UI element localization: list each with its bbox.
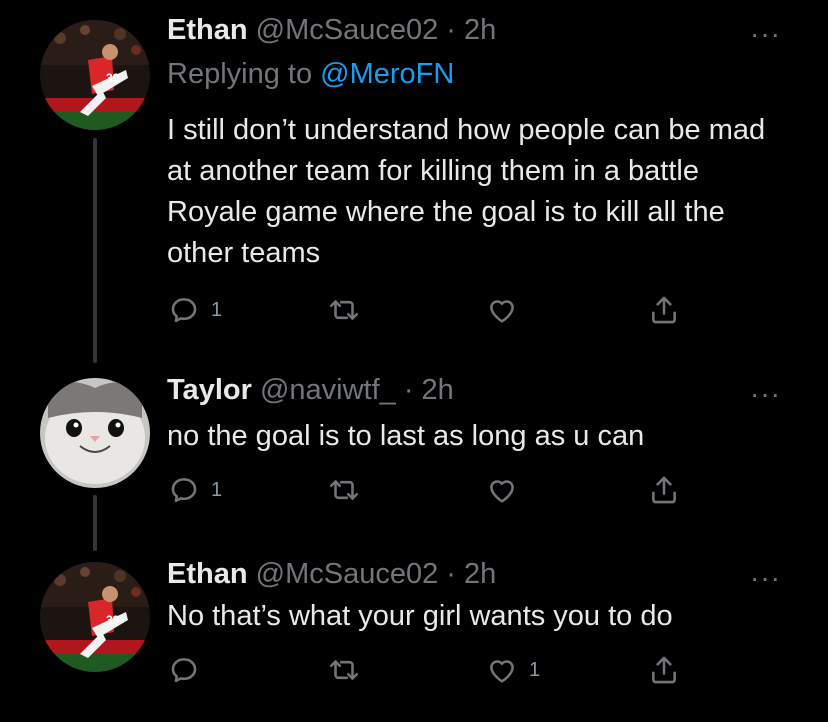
like-count: 1 [529,658,541,681]
retweet-button[interactable] [327,650,371,690]
reply-button[interactable] [167,650,211,690]
username[interactable]: @naviwtf_ [260,374,396,406]
like-icon [485,293,519,327]
username[interactable]: @McSauce02 [256,558,439,590]
retweet-icon [327,653,361,687]
retweet-button[interactable] [327,470,371,510]
tweet-text: I still don’t understand how people can … [167,114,766,269]
thread-line [93,138,97,363]
more-icon[interactable]: ··· [750,378,781,410]
share-button[interactable] [647,470,681,510]
more-icon[interactable]: ··· [750,562,781,594]
reply-button[interactable]: 1 [167,470,222,510]
like-icon [485,653,519,687]
share-icon [647,293,681,327]
tweet-3[interactable]: Ethan @McSauce02 · 2h ··· No that’s what… [0,550,828,722]
avatar[interactable] [40,562,150,672]
like-button[interactable] [485,470,529,510]
replying-to-label: Replying to [167,58,313,90]
tweet-header: Ethan @McSauce02 · 2h [167,558,496,591]
tweet-actions: 1 [167,290,687,330]
like-button[interactable]: 1 [485,650,540,690]
tweet-actions: 1 [167,650,687,690]
retweet-button[interactable] [327,290,371,330]
tweet-text: no the goal is to last as long as u can [167,420,645,452]
tweet-actions: 1 [167,470,687,510]
thread-line [93,495,97,551]
reply-icon [167,473,201,507]
tweet-1[interactable]: Ethan @McSauce02 · 2h ··· Replying to @M… [0,0,828,363]
tweet-header: Ethan @McSauce02 · 2h [167,14,496,47]
more-icon[interactable]: ··· [750,18,781,50]
timestamp[interactable]: · 2h [404,374,454,406]
like-icon [485,473,519,507]
avatar[interactable] [40,378,150,488]
replying-to: Replying to @MeroFN [167,58,454,91]
timestamp[interactable]: · 2h [446,14,496,46]
retweet-icon [327,293,361,327]
username[interactable]: @McSauce02 [256,14,439,46]
reply-button[interactable]: 1 [167,290,222,330]
timestamp[interactable]: · 2h [446,558,496,590]
avatar[interactable] [40,20,150,130]
tweet-header: Taylor @naviwtf_ · 2h [167,374,454,407]
reply-icon [167,293,201,327]
reply-icon [167,653,201,687]
tweet-text: No that’s what your girl wants you to do [167,600,673,632]
display-name[interactable]: Ethan [167,558,248,590]
share-button[interactable] [647,290,681,330]
tweet-2[interactable]: Taylor @naviwtf_ · 2h ··· no the goal is… [0,360,828,551]
mention-link[interactable]: @MeroFN [320,58,454,90]
display-name[interactable]: Ethan [167,14,248,46]
retweet-icon [327,473,361,507]
share-icon [647,653,681,687]
share-button[interactable] [647,650,681,690]
reply-count: 1 [211,478,223,501]
display-name[interactable]: Taylor [167,374,252,406]
like-button[interactable] [485,290,529,330]
reply-count: 1 [211,298,223,321]
share-icon [647,473,681,507]
